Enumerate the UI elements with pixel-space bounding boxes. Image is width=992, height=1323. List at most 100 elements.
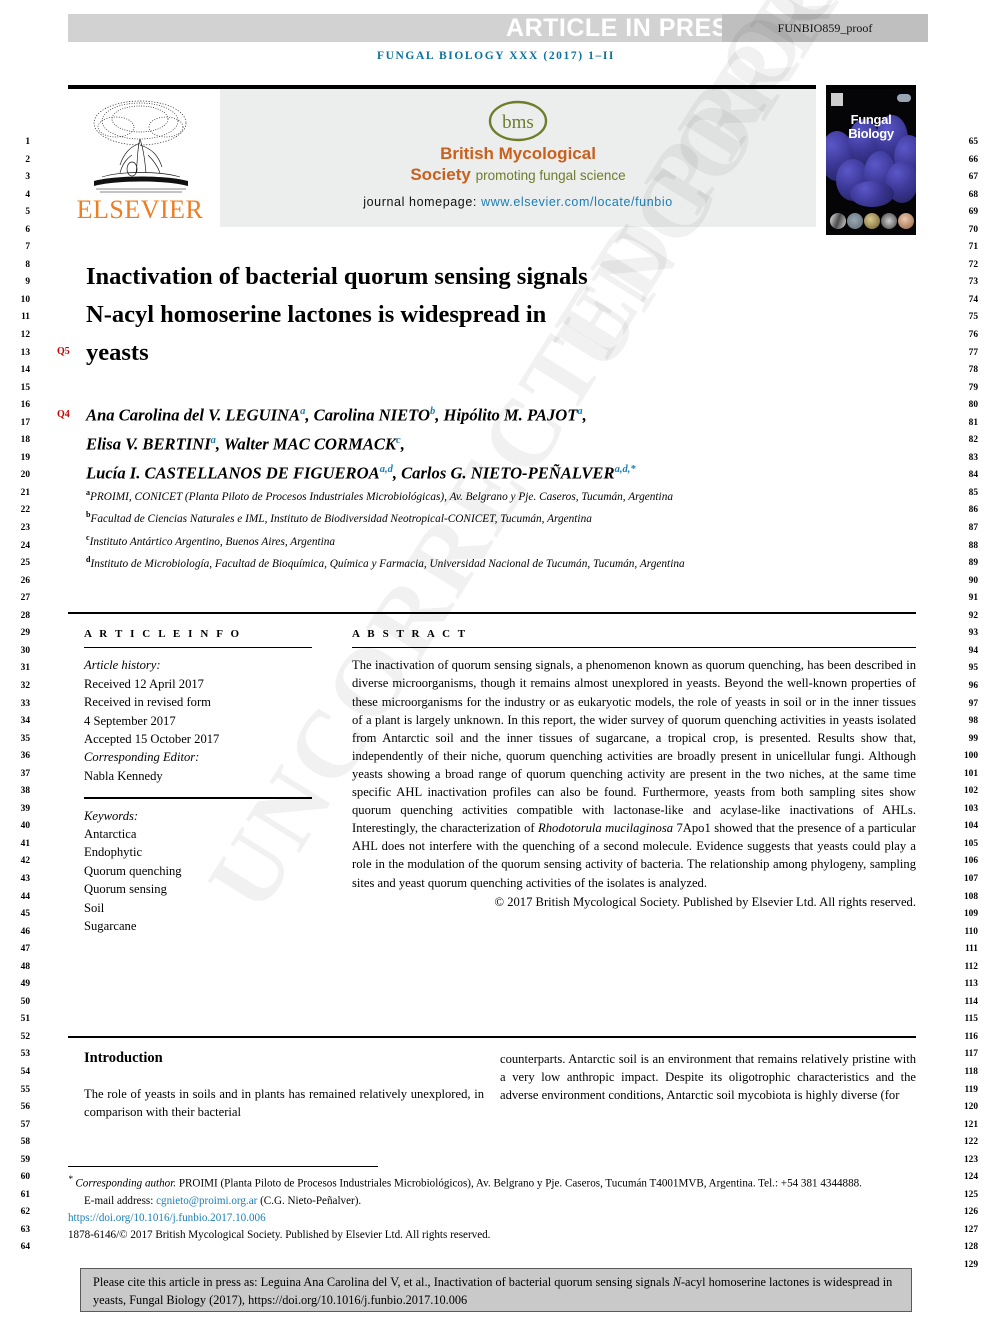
line-number: 117 [964, 1049, 978, 1060]
society-name: British Mycological Society promoting fu… [220, 143, 816, 186]
society-name-line1: British Mycological [440, 144, 596, 163]
cover-title: Fungal Biology [826, 113, 916, 141]
line-number: 75 [968, 312, 978, 323]
cite-this-article-box: Please cite this article in press as: Le… [80, 1268, 912, 1312]
proof-id-box: FUNBIO859_proof [722, 14, 928, 42]
abstract-copyright: © 2017 British Mycological Society. Publ… [494, 894, 917, 909]
line-number: 47 [20, 944, 30, 955]
query-tag-authors[interactable]: Q4 [57, 409, 70, 420]
journal-homepage-label: journal homepage: [363, 195, 477, 209]
line-number: 84 [968, 470, 978, 481]
history-received: Received 12 April 2017 [84, 676, 204, 691]
line-number: 21 [20, 487, 30, 498]
keyword-item: Endophytic [84, 845, 143, 860]
line-number: 33 [20, 698, 30, 709]
line-number: 39 [20, 803, 30, 814]
line-number: 27 [20, 593, 30, 604]
article-info-heading: A R T I C L E I N F O [84, 628, 242, 640]
line-number: 63 [20, 1224, 30, 1235]
line-number: 74 [968, 294, 978, 305]
line-number: 55 [20, 1084, 30, 1095]
line-number: 128 [963, 1242, 978, 1253]
affiliation-item: cInstituto Antártico Argentino, Buenos A… [86, 529, 786, 551]
title-line-3: yeasts [86, 339, 149, 366]
line-number: 38 [20, 786, 30, 797]
line-number: 2 [25, 154, 30, 165]
line-number: 86 [968, 505, 978, 516]
line-numbers-left: 1 2 3 4 5 6 7 8 9 10 11 12 13 14 15 16 17 18 19 20 21 22 23 24 2… [4, 134, 30, 1257]
line-number: 122 [963, 1137, 978, 1148]
history-label: Article history: [84, 658, 161, 673]
line-number: 103 [963, 803, 978, 814]
line-number: 61 [20, 1189, 30, 1200]
line-number: 72 [968, 259, 978, 270]
line-number: 88 [968, 540, 978, 551]
doi-link[interactable]: https://doi.org/10.1016/j.funbio.2017.10… [68, 1212, 266, 1224]
line-number: 14 [20, 365, 30, 376]
article-in-press-label: ARTICLE IN PRESS [506, 14, 746, 42]
line-number: 110 [964, 926, 978, 937]
cite-italic: N [672, 1275, 681, 1289]
article-history-block: Article history: Received 12 April 2017 … [84, 656, 312, 785]
corresponding-label: Corresponding author. [75, 1177, 177, 1190]
editor-label: Corresponding Editor: [84, 750, 200, 765]
history-revised-date: 4 September 2017 [84, 713, 176, 728]
abstract-text: The inactivation of quorum sensing signa… [352, 656, 916, 910]
line-number: 42 [20, 856, 30, 867]
cover-title-line1: Fungal [850, 112, 892, 127]
footnote-block: * Corresponding author. PROIMI (Planta P… [68, 1172, 916, 1244]
journal-homepage-link[interactable]: www.elsevier.com/locate/funbio [481, 195, 673, 209]
email-link[interactable]: cgnieto@proimi.org.ar [156, 1195, 257, 1207]
elsevier-logo: ELSEVIER [68, 89, 210, 235]
keywords-label: Keywords: [84, 808, 139, 823]
introduction-left-column: Introduction The role of yeasts in soils… [84, 1050, 484, 1121]
line-number: 116 [964, 1031, 978, 1042]
line-number: 101 [963, 768, 978, 779]
line-number: 126 [963, 1207, 978, 1218]
line-number: 107 [963, 873, 978, 884]
line-number: 60 [20, 1172, 30, 1183]
line-number: 36 [20, 751, 30, 762]
keyword-item: Soil [84, 900, 105, 915]
proof-id-label: FUNBIO859_proof [777, 20, 873, 35]
line-number: 7 [25, 242, 30, 253]
affiliation-list: aPROIMI, CONICET (Planta Piloto de Proce… [86, 484, 786, 573]
author-name: Carolina NIETO [313, 405, 430, 425]
line-number: 97 [968, 698, 978, 709]
line-number: 87 [968, 523, 978, 534]
query-tag-title[interactable]: Q5 [57, 346, 70, 357]
line-number: 58 [20, 1137, 30, 1148]
title-line-2: N-acyl homoserine lactones is widespread… [86, 301, 547, 328]
author-affil-marker: c [396, 435, 401, 447]
author-affil-marker: a [577, 406, 583, 417]
line-number: 17 [20, 417, 30, 428]
elsevier-wordmark: ELSEVIER [76, 195, 204, 224]
line-number: 98 [968, 716, 978, 727]
line-number: 10 [20, 294, 30, 305]
line-number: 52 [20, 1031, 30, 1042]
email-note: E-mail address: cgnieto@proimi.org.ar (C… [68, 1193, 916, 1209]
keywords-block: Keywords: Antarctica Endophytic Quorum q… [84, 807, 312, 936]
cover-micrograph [881, 213, 897, 229]
line-number: 92 [968, 610, 978, 621]
line-number: 68 [968, 189, 978, 200]
line-number: 124 [963, 1172, 978, 1183]
society-name-line2: Society [410, 165, 471, 184]
affil-text: Facultad de Ciencias Naturales e IML, In… [90, 513, 592, 526]
line-number: 83 [968, 452, 978, 463]
line-number: 77 [968, 347, 978, 358]
line-number: 123 [963, 1154, 978, 1165]
line-number: 76 [968, 330, 978, 341]
line-number: 44 [20, 891, 30, 902]
line-number: 95 [968, 663, 978, 674]
line-number: 29 [20, 628, 30, 639]
line-number: 121 [963, 1119, 978, 1130]
affiliation-item: dInstituto de Microbiología, Facultad de… [86, 551, 786, 573]
line-number: 19 [20, 452, 30, 463]
line-number: 20 [20, 470, 30, 481]
line-number: 79 [968, 382, 978, 393]
line-numbers-right: 65 66 67 68 69 70 71 72 73 74 75 76 77 78 79 80 81 82 83 84… [952, 134, 978, 1275]
line-number: 28 [20, 610, 30, 621]
author-affil-marker: a [300, 406, 306, 417]
society-tagline: promoting fungal science [475, 168, 626, 183]
